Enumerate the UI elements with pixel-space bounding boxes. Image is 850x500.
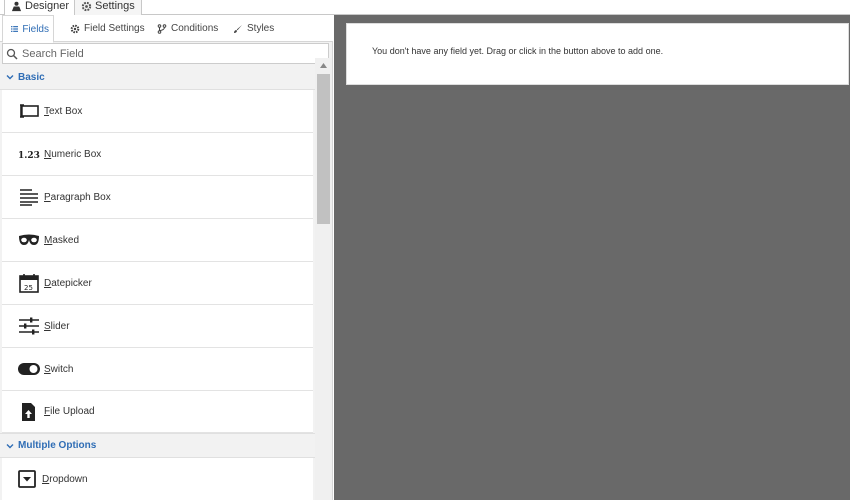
group-label: Basic [18, 71, 45, 83]
field-item-dropdown[interactable]: Dropdown [2, 458, 313, 500]
field-panel: Fields Field Settings Conditions Styles … [0, 15, 333, 500]
gear-icon [81, 1, 92, 11]
tab-designer[interactable]: Designer [4, 0, 77, 16]
textbox-icon [20, 104, 39, 118]
empty-state-card: You don't have any field yet. Drag or cl… [346, 23, 849, 85]
group-header-basic[interactable]: Basic [0, 65, 315, 90]
tab-field-settings-label: Field Settings [84, 23, 145, 34]
svg-text:1.23: 1.23 [18, 151, 40, 161]
scroll-up-button[interactable] [315, 58, 332, 72]
designer-icon [11, 1, 22, 12]
tab-styles[interactable]: Styles [229, 15, 278, 42]
field-item-numeric-box[interactable]: 1.23 Numeric Box [2, 133, 313, 176]
field-item-label: Switch [44, 363, 74, 375]
field-list-scrollbar[interactable] [315, 58, 332, 500]
search-icon [6, 48, 18, 60]
tab-styles-label: Styles [247, 23, 275, 34]
field-item-label: Paragraph Box [44, 191, 111, 203]
numeric-icon: 1.23 [18, 151, 40, 161]
mask-icon [19, 234, 39, 245]
field-item-label: Text Box [44, 105, 83, 117]
slider-icon [19, 317, 39, 335]
field-panel-tabs: Fields Field Settings Conditions Styles [0, 15, 333, 43]
file-upload-icon [22, 402, 35, 421]
tab-conditions[interactable]: Conditions [153, 15, 222, 42]
empty-state-message: You don't have any field yet. Drag or cl… [372, 46, 664, 56]
tab-fields[interactable]: Fields [2, 15, 54, 43]
tab-fields-label: Fields [22, 23, 49, 35]
group-label: Multiple Options [18, 440, 97, 451]
search-field[interactable] [2, 43, 329, 64]
chevron-down-icon [6, 75, 14, 80]
gear-icon [70, 24, 80, 33]
group-header-multiple-options[interactable]: Multiple Options [0, 433, 315, 458]
form-canvas: You don't have any field yet. Drag or cl… [334, 15, 850, 500]
tab-settings-label: Settings [95, 0, 135, 12]
tab-settings[interactable]: Settings [74, 0, 142, 15]
field-item-label: File Upload [44, 406, 95, 417]
dropdown-icon [18, 470, 36, 488]
field-item-label: Masked [44, 234, 80, 246]
switch-icon [18, 363, 40, 375]
field-item-paragraph-box[interactable]: Paragraph Box [2, 176, 313, 219]
field-item-label: Numeric Box [44, 148, 102, 160]
field-item-slider[interactable]: Slider [2, 305, 313, 348]
tab-conditions-label: Conditions [171, 23, 219, 34]
scroll-thumb[interactable] [317, 74, 330, 224]
search-input[interactable] [22, 47, 302, 60]
field-item-file-upload[interactable]: File Upload [2, 391, 313, 433]
svg-text:25: 25 [24, 284, 33, 292]
field-item-masked[interactable]: Masked [2, 219, 313, 262]
field-item-label: Slider [44, 320, 70, 332]
tab-field-settings[interactable]: Field Settings [66, 15, 149, 42]
chevron-down-icon [6, 443, 14, 448]
tab-designer-label: Designer [25, 0, 70, 12]
field-item-switch[interactable]: Switch [2, 348, 313, 391]
field-item-datepicker[interactable]: 25 Datepicker [2, 262, 313, 305]
field-list: Basic Text Box 1.23 Numeric Box Paragrap… [0, 65, 315, 500]
brush-icon [234, 24, 242, 33]
field-item-label: Datepicker [44, 277, 92, 289]
calendar-icon: 25 [19, 274, 39, 293]
branch-icon [157, 23, 167, 34]
field-item-label: Dropdown [42, 473, 88, 485]
field-item-text-box[interactable]: Text Box [2, 90, 313, 133]
caret-up-icon [320, 62, 327, 68]
top-tab-bar: Designer Settings [0, 0, 850, 16]
paragraph-icon [20, 189, 38, 206]
list-icon [11, 26, 19, 32]
